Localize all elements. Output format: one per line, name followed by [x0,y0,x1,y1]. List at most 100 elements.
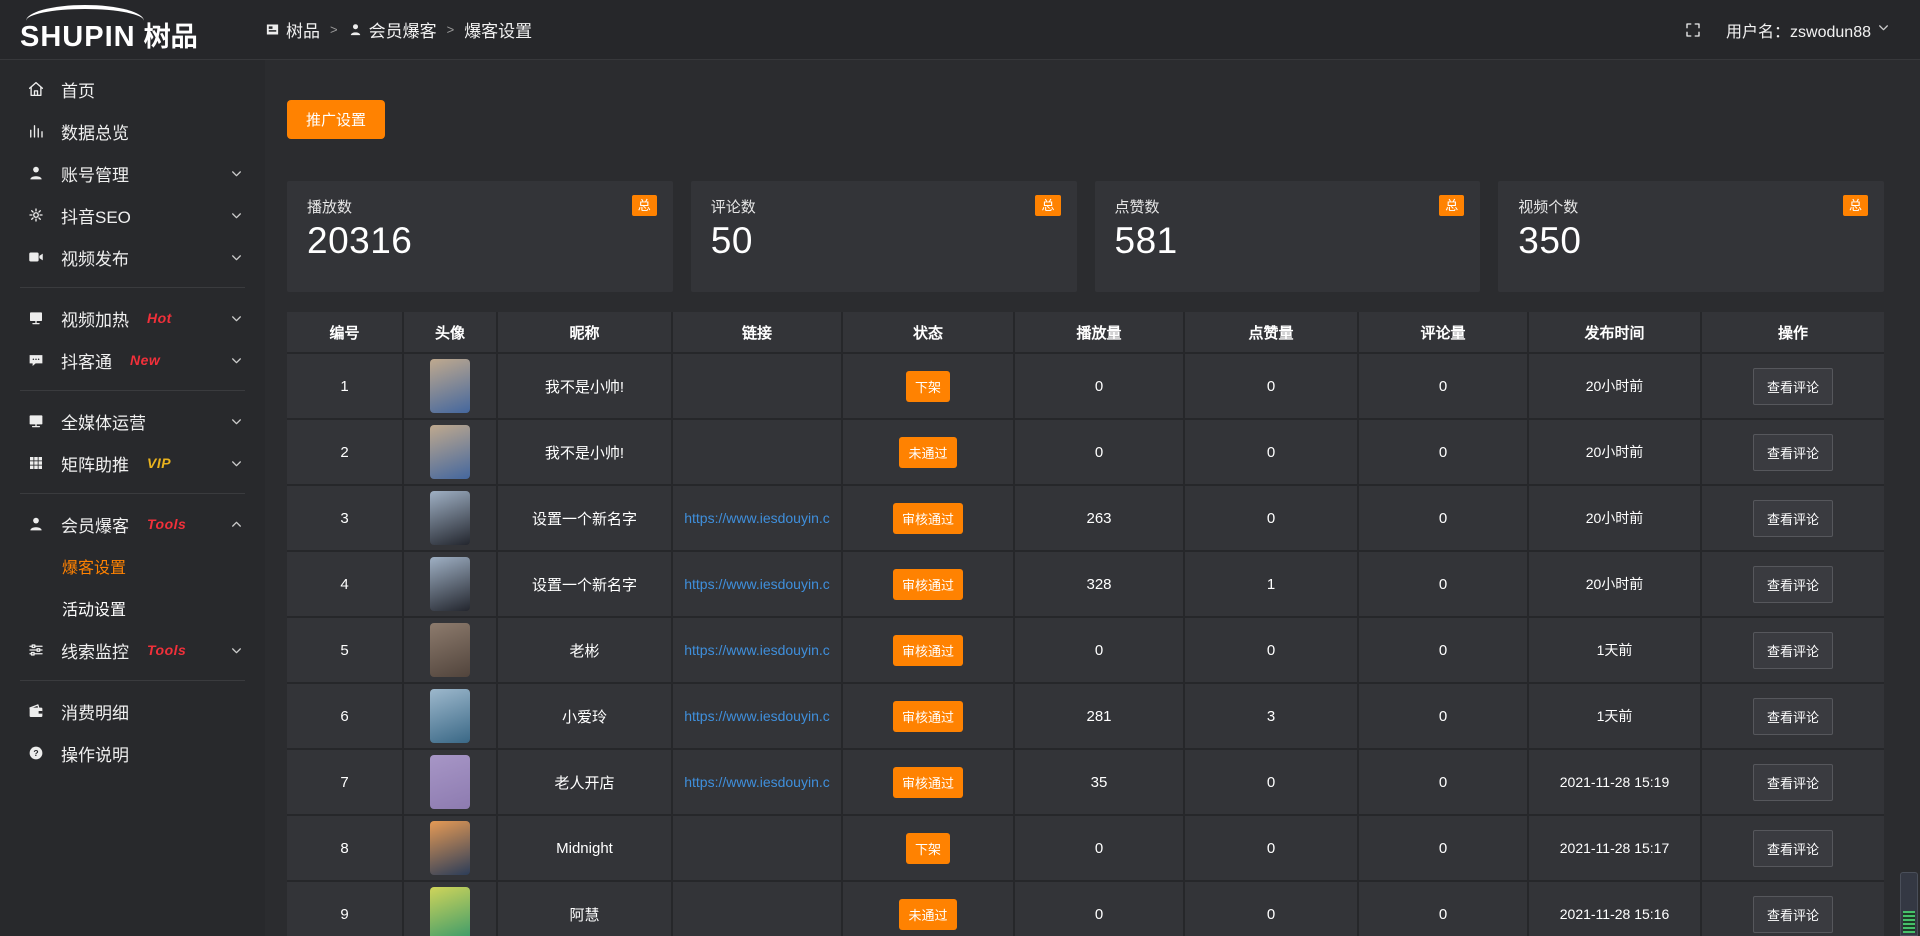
action-cell: 查看评论 [1702,750,1884,814]
action-cell: 查看评论 [1702,816,1884,880]
breadcrumb-label: 树品 [286,17,320,42]
sidebar-item-badge: Tools [147,516,186,532]
sidebar-item[interactable]: 抖客通New [0,339,265,381]
action-cell: 查看评论 [1702,618,1884,682]
plays-cell: 0 [1015,618,1183,682]
view-comments-button[interactable]: 查看评论 [1753,764,1833,801]
sidebar-item[interactable]: 消费明细 [0,690,265,732]
plays-cell: 281 [1015,684,1183,748]
stat-card-value: 20316 [307,220,653,262]
sidebar-item[interactable]: 视频加热Hot [0,297,265,339]
status-badge: 审核通过 [893,767,963,798]
breadcrumb-item-home[interactable]: 树品 [265,17,320,42]
chevron-up-icon [230,518,243,531]
sidebar-item[interactable]: 线索监控Tools [0,629,265,671]
stat-card-label: 播放数 [307,196,653,217]
avatar-cell [404,618,496,682]
likes-cell: 0 [1185,816,1357,880]
nickname-cell: 设置一个新名字 [498,552,671,616]
table-header-cell: 发布时间 [1529,312,1700,352]
sidebar-item[interactable]: 全媒体运营 [0,400,265,442]
view-comments-button[interactable]: 查看评论 [1753,830,1833,867]
breadcrumb-separator: > [330,22,338,37]
comments-cell: 0 [1359,420,1527,484]
publish-time-cell: 20小时前 [1529,354,1700,418]
help-icon: ? [26,743,46,763]
avatar-cell [404,882,496,936]
sidebar-item[interactable]: 会员爆客Tools [0,503,265,545]
promo-settings-button[interactable]: 推广设置 [287,100,385,139]
nickname-cell: Midnight [498,816,671,880]
chevron-down-icon [230,209,243,222]
table-header-cell: 昵称 [498,312,671,352]
nickname-cell: 老彬 [498,618,671,682]
chevron-down-icon [230,312,243,325]
screen-icon [26,308,46,328]
link-cell [673,816,841,880]
view-comments-button[interactable]: 查看评论 [1753,698,1833,735]
stat-card: 评论数50总 [691,181,1077,292]
plays-cell: 263 [1015,486,1183,550]
likes-cell: 0 [1185,618,1357,682]
view-comments-button[interactable]: 查看评论 [1753,566,1833,603]
sidebar-item[interactable]: 首页 [0,68,265,110]
sidebar-divider [20,287,245,288]
video-link[interactable]: https://www.iesdouyin.c [680,576,834,592]
table-header-cell: 编号 [287,312,402,352]
plays-cell: 328 [1015,552,1183,616]
logo-arc [26,5,144,21]
table-header-cell: 状态 [843,312,1013,352]
link-cell: https://www.iesdouyin.c [673,618,841,682]
view-comments-button[interactable]: 查看评论 [1753,368,1833,405]
breadcrumb-label: 爆客设置 [464,17,532,42]
breadcrumb-item-member[interactable]: 会员爆客 [348,17,437,42]
video-link[interactable]: https://www.iesdouyin.c [680,510,834,526]
sidebar-item-label: 矩阵助推 [61,451,129,476]
sidebar-item[interactable]: ?操作说明 [0,732,265,774]
sidebar-item[interactable]: 视频发布 [0,236,265,278]
nickname-cell: 阿慧 [498,882,671,936]
user-icon [26,163,46,183]
video-link[interactable]: https://www.iesdouyin.c [680,774,834,790]
sidebar-item[interactable]: 抖音SEO [0,194,265,236]
link-cell: https://www.iesdouyin.c [673,684,841,748]
sidebar-item[interactable]: 数据总览 [0,110,265,152]
sidebar-item[interactable]: 账号管理 [0,152,265,194]
sidebar-item-badge: Tools [147,642,186,658]
chevron-down-icon [230,167,243,180]
view-comments-button[interactable]: 查看评论 [1753,896,1833,933]
view-comments-button[interactable]: 查看评论 [1753,434,1833,471]
sliders-icon [26,640,46,660]
stat-card: 播放数20316总 [287,181,673,292]
view-comments-button[interactable]: 查看评论 [1753,500,1833,537]
stat-card: 点赞数581总 [1095,181,1481,292]
floating-widget[interactable] [1900,872,1918,936]
avatar-cell [404,750,496,814]
sidebar-subitem[interactable]: 活动设置 [0,587,265,629]
publish-time-cell: 20小时前 [1529,420,1700,484]
sidebar-item-badge: VIP [147,455,171,471]
accounts-table: 编号头像昵称链接状态播放量点赞量评论量发布时间操作1我不是小帅!下架00020小… [287,312,1884,936]
top-bar: SHUPIN 树品 树品 > 会员爆客 > 爆客设置 用户名：zswodun88 [0,0,1920,60]
row-number-cell: 1 [287,354,402,418]
stat-card-label: 视频个数 [1518,196,1864,217]
status-cell: 下架 [843,354,1013,418]
video-link[interactable]: https://www.iesdouyin.c [680,708,834,724]
user-menu[interactable]: 用户名：zswodun88 [1726,18,1890,42]
sidebar-item-label: 账号管理 [61,161,129,186]
view-comments-button[interactable]: 查看评论 [1753,632,1833,669]
stat-card-label: 评论数 [711,196,1057,217]
sidebar-subitem[interactable]: 爆客设置 [0,545,265,587]
chevron-down-icon [230,354,243,367]
sidebar-item[interactable]: 矩阵助推 VIP [0,442,265,484]
row-number-cell: 7 [287,750,402,814]
status-badge: 未通过 [899,437,956,468]
status-badge: 未通过 [899,899,956,930]
fullscreen-icon[interactable] [1684,21,1702,39]
topbar-right: 用户名：zswodun88 [1684,18,1920,42]
publish-time-cell: 1天前 [1529,684,1700,748]
row-number-cell: 9 [287,882,402,936]
video-link[interactable]: https://www.iesdouyin.c [680,642,834,658]
comments-cell: 0 [1359,618,1527,682]
breadcrumb-separator: > [447,22,455,37]
